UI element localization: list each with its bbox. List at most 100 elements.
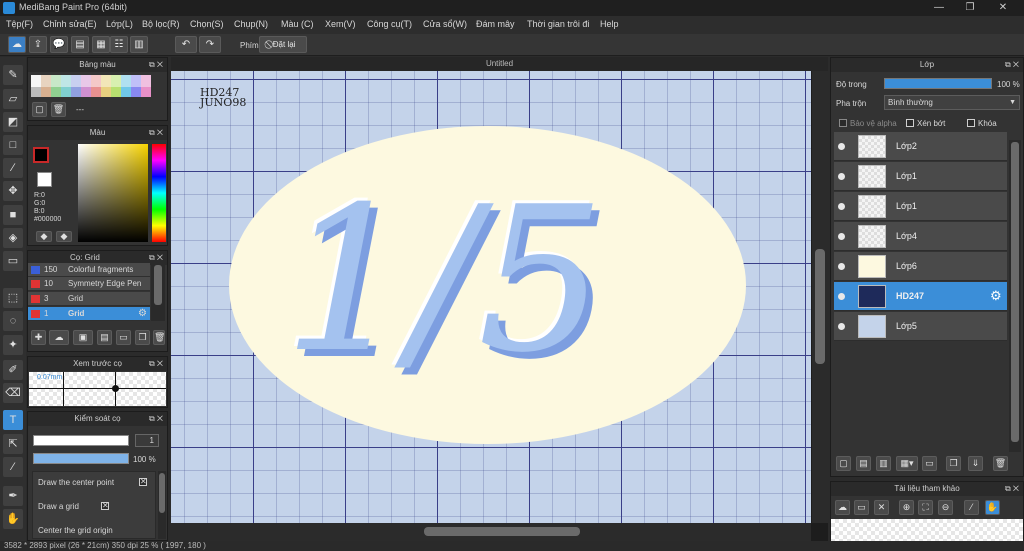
menu-help[interactable]: Help xyxy=(600,19,619,29)
redo-icon[interactable]: ↷ xyxy=(199,36,221,53)
scroll-thumb[interactable] xyxy=(1011,142,1019,442)
menu-tools[interactable]: Công cụ(T) xyxy=(367,19,412,29)
canvas-vertical-scrollbar[interactable] xyxy=(812,71,828,523)
menu-edit[interactable]: Chỉnh sửa(E) xyxy=(43,19,97,29)
lock-checkbox[interactable] xyxy=(967,119,975,127)
gear-icon[interactable]: ⚙ xyxy=(990,288,1002,304)
color-saturation-picker[interactable] xyxy=(78,144,148,242)
brush-opacity-slider[interactable] xyxy=(33,453,129,464)
minimize-icon[interactable]: — xyxy=(924,0,954,16)
brush-file-icon[interactable]: ▤ xyxy=(97,330,112,345)
menu-layer[interactable]: Lớp(L) xyxy=(106,19,133,29)
zoom-in-icon[interactable]: ⊕ xyxy=(899,500,914,515)
new-layer-icon[interactable]: ▢ xyxy=(836,456,851,471)
brush-tool-icon[interactable]: ✎ xyxy=(3,65,23,85)
pen-tool-icon[interactable]: ✒ xyxy=(3,486,23,506)
text-tool-icon[interactable]: T xyxy=(3,410,23,430)
gear-icon[interactable]: ⚙ xyxy=(138,307,147,320)
layer-list-scrollbar[interactable] xyxy=(1009,140,1021,452)
layer-opacity-slider[interactable] xyxy=(884,78,992,89)
scroll-thumb[interactable] xyxy=(154,265,162,305)
cloud-brush-icon[interactable]: ☁ xyxy=(49,330,69,345)
document-list-icon[interactable]: ▦ xyxy=(92,36,110,53)
menu-filter[interactable]: Bộ lọc(R) xyxy=(142,19,180,29)
panel-layout-icon[interactable]: ☷ xyxy=(110,36,128,53)
panel-controls-icon[interactable]: ⧉ ✕ xyxy=(1005,482,1019,496)
visibility-icon[interactable] xyxy=(838,293,845,300)
add-layer-menu-icon[interactable]: ▦▾ xyxy=(896,456,918,471)
comment-icon[interactable]: 💬 xyxy=(50,36,68,53)
restore-icon[interactable]: ❐ xyxy=(955,0,985,16)
visibility-icon[interactable] xyxy=(838,323,845,330)
layer-row[interactable]: Lớp4 xyxy=(834,222,1007,251)
select-pen-icon[interactable]: ✐ xyxy=(3,360,23,380)
grid-layout-icon[interactable]: ▥ xyxy=(130,36,148,53)
palette-swatches-row2[interactable] xyxy=(31,87,151,97)
panel-controls-icon[interactable]: ⧉ ✕ xyxy=(149,357,163,371)
close-reference-icon[interactable]: ✕ xyxy=(874,500,889,515)
protect-alpha-checkbox[interactable] xyxy=(839,119,847,127)
color-mode-icon[interactable]: ◆ xyxy=(36,231,52,242)
brush-folder-icon[interactable]: ▭ xyxy=(116,330,131,345)
layer-row[interactable]: Lớp2 xyxy=(834,132,1007,161)
open-reference-icon[interactable]: ▭ xyxy=(854,500,869,515)
dot-eraser-icon[interactable]: ◩ xyxy=(3,112,23,132)
brush-size-input[interactable]: 1 xyxy=(135,434,159,447)
close-icon[interactable]: ✕ xyxy=(988,0,1018,16)
bucket-tool-icon[interactable]: ◈ xyxy=(3,228,23,248)
brush-options-scrollbar[interactable] xyxy=(158,471,166,539)
panel-controls-icon[interactable]: ⧉ ✕ xyxy=(1005,58,1019,72)
hue-slider[interactable] xyxy=(152,144,166,242)
draw-grid-checkbox[interactable]: ✕ xyxy=(101,501,109,510)
menu-cloud[interactable]: Đám mây xyxy=(476,19,515,29)
visibility-icon[interactable] xyxy=(838,263,845,270)
scroll-thumb[interactable] xyxy=(159,473,165,513)
rectangle-tool-icon[interactable]: □ xyxy=(3,135,23,155)
menu-view[interactable]: Xem(V) xyxy=(325,19,356,29)
operation-tool-icon[interactable]: ⇱ xyxy=(3,434,23,454)
document-icon[interactable]: ▤ xyxy=(71,36,89,53)
layer-folder-icon[interactable]: ▭ xyxy=(922,456,937,471)
hand-tool-icon[interactable]: ✋ xyxy=(3,509,23,529)
lasso-tool-icon[interactable]: ◌ xyxy=(3,311,23,331)
panel-controls-icon[interactable]: ⧉ ✕ xyxy=(149,126,163,140)
eyedropper-reference-icon[interactable]: ⁄ xyxy=(964,500,979,515)
layer-row-selected[interactable]: HD247 ⚙ xyxy=(834,282,1007,311)
panel-controls-icon[interactable]: ⧉ ✕ xyxy=(149,58,163,72)
center-point-checkbox[interactable]: ✕ xyxy=(139,477,147,486)
layer-row[interactable]: Lớp6 xyxy=(834,252,1007,281)
duplicate-layer-icon[interactable]: ❐ xyxy=(946,456,961,471)
select-eraser-icon[interactable]: ⌫ xyxy=(3,383,23,403)
visibility-icon[interactable] xyxy=(838,173,845,180)
eyedropper-tool-icon[interactable]: ⁄ xyxy=(3,457,23,477)
delete-palette-icon[interactable]: 🗑 xyxy=(51,102,66,117)
select-tool-icon[interactable]: ⬚ xyxy=(3,288,23,308)
canvas-horizontal-scrollbar[interactable] xyxy=(171,523,811,541)
merge-down-icon[interactable]: ⇓ xyxy=(968,456,983,471)
visibility-icon[interactable] xyxy=(838,203,845,210)
zoom-out-icon[interactable]: ⊖ xyxy=(938,500,953,515)
foreground-color-swatch[interactable] xyxy=(33,147,49,163)
delete-brush-icon[interactable]: 🗑 xyxy=(153,330,165,345)
reference-view[interactable] xyxy=(831,519,1023,541)
brush-copy-icon[interactable]: ❐ xyxy=(135,330,150,345)
line-tool-icon[interactable]: ∕ xyxy=(3,158,23,178)
scroll-thumb[interactable] xyxy=(815,249,825,364)
menu-window[interactable]: Cửa sổ(W) xyxy=(423,19,467,29)
scroll-thumb[interactable] xyxy=(424,527,580,536)
new-palette-icon[interactable]: ▢ xyxy=(32,102,47,117)
brush-list-scrollbar[interactable] xyxy=(151,263,165,321)
brush-size-slider[interactable] xyxy=(33,435,129,446)
brush-item-selected[interactable]: 1 Grid ⚙ xyxy=(28,307,150,321)
menu-file[interactable]: Tệp(F) xyxy=(6,19,33,29)
color-swap-icon[interactable]: ◆ xyxy=(56,231,72,242)
brush-item[interactable]: 150 Colorful fragments xyxy=(28,263,150,277)
layer-row[interactable]: Lớp1 xyxy=(834,192,1007,221)
fit-view-icon[interactable]: ⛶ xyxy=(918,500,933,515)
brush-item[interactable]: 3 Grid xyxy=(28,292,150,306)
new-text-layer-icon[interactable]: ▥ xyxy=(876,456,891,471)
document-tab[interactable]: Untitled xyxy=(171,57,828,71)
clipping-checkbox[interactable] xyxy=(906,119,914,127)
fill-shape-icon[interactable]: ■ xyxy=(3,205,23,225)
move-tool-icon[interactable]: ✥ xyxy=(3,181,23,201)
